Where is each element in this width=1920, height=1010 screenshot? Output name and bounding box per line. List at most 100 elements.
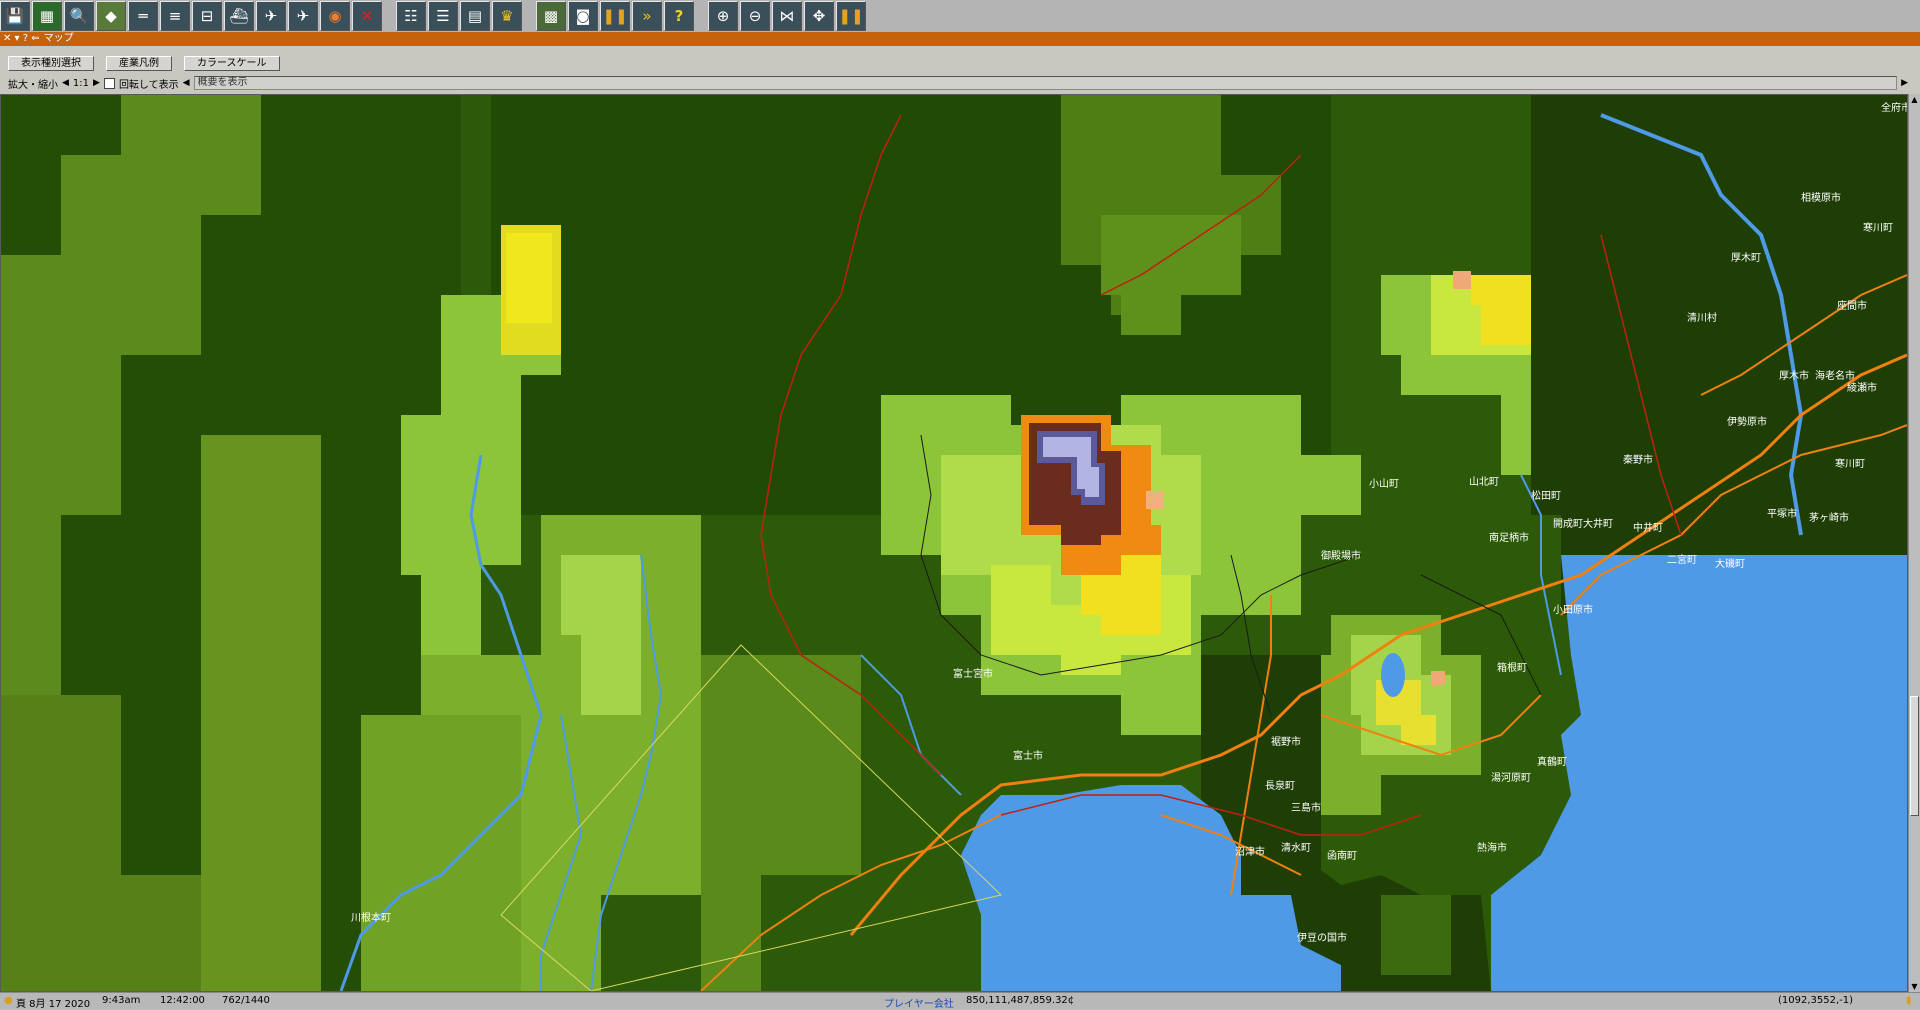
zoom-increase-icon[interactable]: ▶ (93, 78, 100, 88)
pause-icon[interactable]: ❚❚ (600, 1, 630, 31)
town-label[interactable]: 相模原市 (1801, 191, 1841, 204)
status-bar: ● 頁 8月 17 2020 9:43am 12:42:00 762/1440 … (0, 992, 1920, 1010)
season-icon: ● (4, 995, 13, 1006)
terrain-peak-a-core (506, 233, 552, 323)
industry-legend-button[interactable]: 産業凡例 (106, 56, 172, 71)
town-label[interactable]: 秦野市 (1623, 453, 1653, 466)
zoom-out-icon[interactable]: ⊖ (740, 1, 770, 31)
lake-ashi (1381, 653, 1405, 697)
town-label[interactable]: 函南町 (1327, 849, 1357, 862)
town-label[interactable]: 厚木市 (1779, 369, 1809, 382)
town-label[interactable]: 湯河原町 (1491, 771, 1531, 784)
town-label[interactable]: 川根本町 (351, 911, 391, 924)
overview-left-icon[interactable]: ◀ (183, 78, 190, 88)
town-label[interactable]: 全府市 (1881, 101, 1907, 114)
town-label[interactable]: 大磯町 (1715, 557, 1745, 570)
display-type-button[interactable]: 表示種別選択 (8, 56, 94, 71)
stop-icon[interactable]: ◉ (320, 1, 350, 31)
airport-icon[interactable]: ✈ (256, 1, 286, 31)
town-label[interactable]: 小山町 (1369, 478, 1399, 490)
rotate-label: 回転して表示 (118, 79, 179, 91)
town-label[interactable]: 厚木町 (1731, 252, 1761, 264)
finance-icon[interactable]: ▤ (460, 1, 490, 31)
town-label[interactable]: 富士宮市 (953, 667, 993, 680)
screenshot-icon[interactable]: ◙ (568, 1, 598, 31)
window-title: マップ (43, 33, 74, 44)
zoom-decrease-icon[interactable]: ◀ (62, 78, 69, 88)
status-page: 762/1440 (222, 995, 270, 1006)
map-canvas[interactable]: 全府市 相模原市 厚木町 寒川町 座間市 清川村 厚木市 海老名市 綾瀬市 伊勢… (1, 95, 1907, 991)
town-label[interactable]: 二宮町 (1667, 553, 1697, 566)
world-map[interactable]: 全府市 相模原市 厚木町 寒川町 座間市 清川村 厚木市 海老名市 綾瀬市 伊勢… (0, 94, 1908, 992)
overview-right-icon[interactable]: ▶ (1901, 78, 1908, 88)
color-scale-button[interactable]: カラースケール (184, 56, 280, 71)
rotate-checkbox[interactable] (103, 77, 115, 89)
town-label[interactable]: 海老名市 (1815, 369, 1855, 382)
scroll-thumb[interactable] (1910, 696, 1919, 816)
fastforward-icon[interactable]: » (632, 1, 662, 31)
town-label[interactable]: 開成町大井町 (1553, 517, 1613, 530)
status-company: プレイヤー会社 (884, 999, 954, 1010)
status-indicator-icon: ▮ (1906, 995, 1912, 1006)
map-icon[interactable]: ▩ (536, 1, 566, 31)
schedule-icon[interactable]: ☷ (396, 1, 426, 31)
town-label[interactable]: 清川村 (1687, 311, 1717, 324)
status-time: 9:43am (102, 995, 141, 1006)
tram-icon[interactable]: ⊟ (192, 1, 222, 31)
zoom-in-icon[interactable]: ⊕ (708, 1, 738, 31)
town-label[interactable]: 南足柄市 (1489, 531, 1529, 544)
town-label[interactable]: 座間市 (1837, 299, 1867, 312)
town-label[interactable]: 富士市 (1013, 749, 1043, 762)
town-label[interactable]: 寒川町 (1863, 221, 1893, 234)
town-label[interactable]: 裾野市 (1271, 735, 1301, 748)
town-label[interactable]: 綾瀬市 (1847, 381, 1877, 394)
town-label[interactable]: 中井町 (1633, 521, 1663, 534)
help-icon[interactable]: ? (664, 1, 694, 31)
town-label[interactable]: 伊豆の国市 (1297, 931, 1347, 944)
overview-field[interactable]: 概要を表示 (193, 76, 1898, 90)
status-date: 頁 8月 17 2020 (16, 999, 91, 1010)
town-label[interactable]: 箱根町 (1497, 661, 1527, 674)
status-money: 850,111,487,859.32¢ (966, 995, 1075, 1006)
remove-icon[interactable]: ✕ (352, 1, 382, 31)
fuji-peach (1146, 491, 1164, 509)
air-icon[interactable]: ✈ (288, 1, 318, 31)
road-icon[interactable]: ≡ (160, 1, 190, 31)
status-clock: 12:42:00 (160, 995, 205, 1006)
ship-icon[interactable]: ⛴ (224, 1, 254, 31)
terrain-icon[interactable]: ◆ (96, 1, 126, 31)
town-label[interactable]: 沼津市 (1235, 845, 1265, 858)
map-vertical-scrollbar[interactable]: ▲ ▼ (1908, 94, 1920, 992)
izu-hills (1381, 895, 1451, 975)
town-label[interactable]: 松田町 (1531, 489, 1561, 502)
hakone-peach (1431, 671, 1445, 685)
scroll-down-icon[interactable]: ▼ (1909, 981, 1920, 992)
compass-icon[interactable]: ✥ (804, 1, 834, 31)
town-label[interactable]: 寒川町 (1835, 457, 1865, 470)
minimap-icon[interactable]: ▦ (32, 1, 62, 31)
map-window-titlebar[interactable]: ✕ ▾ ? ⇐ マップ (0, 32, 1920, 46)
zoom-value: 1:1 (72, 77, 90, 89)
town-label[interactable]: 長泉町 (1265, 779, 1295, 792)
town-label[interactable]: 平塚市 (1767, 507, 1797, 520)
town-label[interactable]: 真鶴町 (1537, 755, 1567, 768)
rail-icon[interactable]: ═ (128, 1, 158, 31)
scroll-up-icon[interactable]: ▲ (1909, 94, 1920, 105)
town-label[interactable]: 熱海市 (1477, 841, 1507, 854)
town-label[interactable]: 山北町 (1469, 476, 1499, 488)
terrain-ridge-d (361, 715, 521, 991)
pause-small-icon[interactable]: ❚❚ (836, 1, 866, 31)
zoom-query-icon[interactable]: 🔍 (64, 1, 94, 31)
town-label[interactable]: 三島市 (1291, 801, 1321, 814)
trophy-icon[interactable]: ♛ (492, 1, 522, 31)
town-label[interactable]: 御殿場市 (1321, 549, 1361, 562)
town-label[interactable]: 茅ヶ崎市 (1809, 511, 1849, 524)
list-icon[interactable]: ☰ (428, 1, 458, 31)
town-label[interactable]: 小田原市 (1553, 603, 1593, 616)
town-label[interactable]: 伊勢原市 (1727, 415, 1767, 428)
grid-icon[interactable]: ⋈ (772, 1, 802, 31)
main-toolbar: 💾 ▦ 🔍 ◆ ═ ≡ ⊟ ⛴ ✈ ✈ ◉ ✕ ☷ ☰ ▤ ♛ ▩ ◙ ❚❚ »… (0, 0, 1920, 33)
save-icon[interactable]: 💾 (0, 1, 30, 31)
window-controls[interactable]: ✕ ▾ ? ⇐ (3, 32, 40, 46)
town-label[interactable]: 清水町 (1281, 841, 1311, 854)
